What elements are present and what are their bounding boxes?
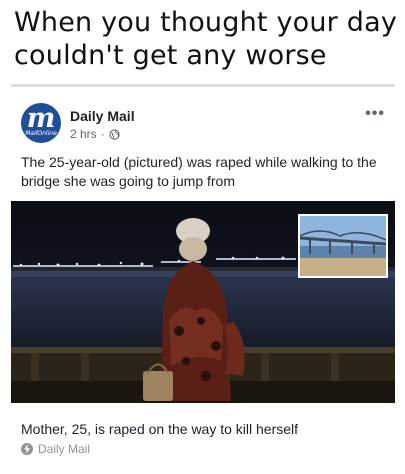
logo-subtext: MailOnline bbox=[25, 130, 57, 137]
link-source-name: Daily Mail bbox=[38, 442, 91, 456]
inset-bridge-photo bbox=[298, 214, 388, 278]
post-text: The 25-year-old (pictured) was raped whi… bbox=[21, 154, 377, 189]
post-meta: 2 hrs · bbox=[70, 127, 120, 141]
facebook-post: m MailOnline Daily Mail 2 hrs · ••• The … bbox=[11, 84, 395, 474]
link-source[interactable]: Daily Mail bbox=[21, 442, 90, 456]
page-avatar[interactable]: m MailOnline bbox=[21, 103, 61, 143]
instant-article-bolt-icon bbox=[21, 443, 33, 455]
meta-separator: · bbox=[100, 127, 105, 141]
post-time[interactable]: 2 hrs bbox=[70, 127, 97, 141]
logo-letter: m bbox=[26, 103, 56, 134]
post-header: m MailOnline Daily Mail 2 hrs · ••• bbox=[11, 87, 395, 145]
ellipsis-icon[interactable]: ••• bbox=[365, 105, 385, 123]
globe-icon bbox=[109, 128, 120, 140]
page-name-link[interactable]: Daily Mail bbox=[70, 108, 135, 124]
link-headline[interactable]: Mother, 25, is raped on the way to kill … bbox=[21, 421, 385, 437]
meme-caption: When you thought your day couldn't get a… bbox=[14, 7, 398, 71]
